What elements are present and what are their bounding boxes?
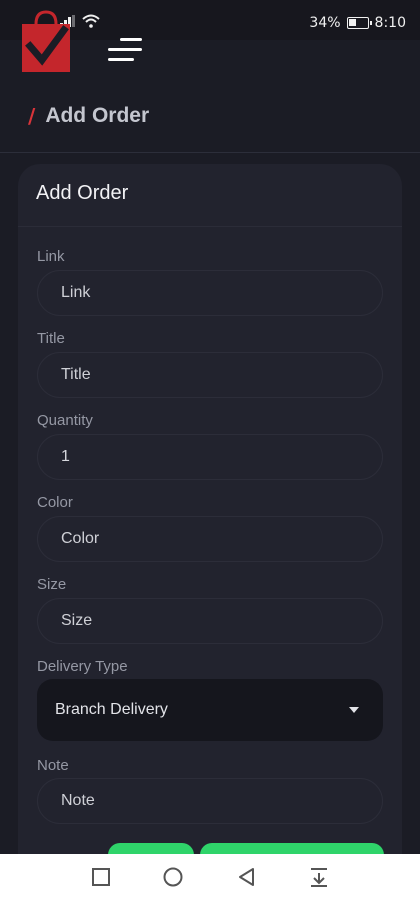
breadcrumb: / Add Order (28, 104, 149, 128)
link-label: Link (37, 248, 65, 265)
page-title: Add Order (45, 104, 150, 127)
card-title: Add Order (36, 182, 129, 204)
card-divider (18, 226, 402, 227)
add-order-card: Add Order Link Title Quantity Color Size… (18, 164, 402, 884)
shopping-bag-check-logo[interactable] (20, 8, 72, 74)
title-input[interactable] (37, 352, 383, 398)
notification-pull-icon[interactable] (308, 866, 330, 888)
size-input[interactable] (37, 598, 383, 644)
hamburger-menu-icon[interactable] (108, 38, 142, 66)
delivery-type-select[interactable]: Branch Delivery (37, 679, 383, 741)
header-divider (0, 152, 420, 153)
delivery-type-label: Delivery Type (37, 658, 128, 675)
app-header (0, 0, 420, 80)
color-input[interactable] (37, 516, 383, 562)
recent-apps-icon[interactable] (90, 866, 112, 888)
link-input[interactable] (37, 270, 383, 316)
back-icon[interactable] (236, 866, 258, 888)
quantity-input[interactable] (37, 434, 383, 480)
delivery-type-value: Branch Delivery (55, 701, 168, 718)
size-label: Size (37, 576, 67, 593)
note-input[interactable] (37, 778, 383, 824)
color-label: Color (37, 494, 73, 511)
note-label: Note (37, 757, 69, 774)
quantity-label: Quantity (37, 412, 93, 429)
title-label: Title (37, 330, 65, 347)
breadcrumb-separator: / (28, 104, 36, 128)
system-nav-bar (0, 854, 420, 900)
chevron-down-icon (349, 707, 359, 713)
home-icon[interactable] (162, 866, 184, 888)
